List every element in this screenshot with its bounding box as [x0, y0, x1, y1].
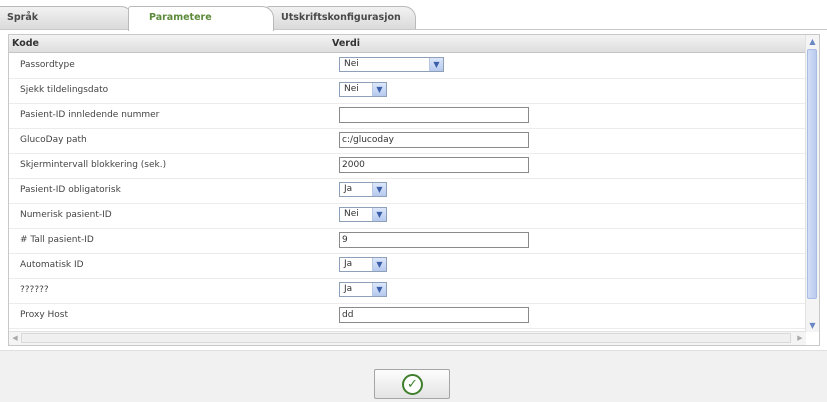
parameter-label: Numerisk pasient-ID [20, 210, 112, 220]
footer-bar: ✓ [0, 350, 827, 402]
parameter-select[interactable]: Ja ▼ [339, 282, 387, 297]
table-row: Skjermintervall blokkering (sek.) 2000 [9, 153, 806, 179]
column-header-kode[interactable]: Kode [12, 35, 39, 52]
table-row: Passordtype Nei ▼ [9, 53, 806, 79]
parameter-label: Passordtype [20, 60, 75, 70]
parameter-input[interactable]: 9 [339, 232, 529, 248]
tab-utskriftskonfigurasjon[interactable]: Utskriftskonfigurasjon [266, 6, 416, 30]
parameter-label: Pasient-ID innledende nummer [20, 110, 160, 120]
horizontal-scroll-thumb[interactable] [21, 333, 791, 343]
grid-header: Kode Verdi [9, 35, 806, 53]
select-value: Nei [344, 84, 359, 94]
scroll-down-icon[interactable]: ▼ [806, 319, 819, 332]
scroll-right-icon[interactable]: ▶ [794, 332, 806, 344]
column-header-verdi[interactable]: Verdi [332, 35, 360, 52]
chevron-down-icon[interactable]: ▼ [372, 283, 386, 296]
parameter-select[interactable]: Nei ▼ [339, 57, 444, 72]
confirm-button[interactable]: ✓ [374, 369, 450, 399]
table-row: GlucoDay path c:/glucoday [9, 128, 806, 154]
tab-strip: Språk Parametere Utskriftskonfigurasjon [0, 0, 827, 31]
parameter-select[interactable]: Nei ▼ [339, 207, 387, 222]
table-row: # Tall pasient-ID 9 [9, 228, 806, 254]
parameter-select[interactable]: Nei ▼ [339, 82, 387, 97]
tab-parametere[interactable]: Parametere [128, 6, 274, 31]
parameter-select[interactable]: Ja ▼ [339, 182, 387, 197]
select-value: Nei [344, 59, 359, 69]
parameter-select[interactable]: Ja ▼ [339, 257, 387, 272]
select-value: Nei [344, 209, 359, 219]
vertical-scrollbar[interactable]: ▲ ▼ [805, 35, 819, 332]
table-row: Sjekk tildelingsdato Nei ▼ [9, 78, 806, 104]
horizontal-scrollbar[interactable]: ◀ ▶ [9, 331, 806, 345]
parameter-label: # Tall pasient-ID [20, 235, 94, 245]
select-value: Ja [344, 184, 353, 194]
parameter-label: Proxy Host [20, 310, 69, 320]
select-value: Ja [344, 259, 353, 269]
chevron-down-icon[interactable]: ▼ [372, 183, 386, 196]
parameter-label: Pasient-ID obligatorisk [20, 185, 121, 195]
table-row: Proxy Host dd [9, 303, 806, 329]
chevron-down-icon[interactable]: ▼ [429, 58, 443, 71]
parameter-label: Skjermintervall blokkering (sek.) [20, 160, 167, 170]
table-row: Pasient-ID innledende nummer [9, 103, 806, 129]
check-circle-icon: ✓ [402, 374, 423, 395]
parameter-input[interactable]: 2000 [339, 157, 529, 173]
table-row: ?????? Ja ▼ [9, 278, 806, 304]
parameter-label: ?????? [20, 285, 49, 295]
tab-divider [0, 29, 827, 30]
chevron-down-icon[interactable]: ▼ [372, 258, 386, 271]
parameter-input[interactable]: c:/glucoday [339, 132, 529, 148]
scroll-up-icon[interactable]: ▲ [806, 35, 819, 48]
tab-sprak[interactable]: Språk [0, 6, 133, 30]
parameter-label: GlucoDay path [20, 135, 87, 145]
table-row: Numerisk pasient-ID Nei ▼ [9, 203, 806, 229]
parameter-input[interactable]: dd [339, 307, 529, 323]
scroll-left-icon[interactable]: ◀ [9, 332, 21, 344]
chevron-down-icon[interactable]: ▼ [372, 208, 386, 221]
vertical-scroll-thumb[interactable] [807, 49, 817, 299]
select-value: Ja [344, 284, 353, 294]
table-row: Pasient-ID obligatorisk Ja ▼ [9, 178, 806, 204]
parameter-input[interactable] [339, 107, 529, 123]
grid-rows: Passordtype Nei ▼ Sjekk tildelingsdato Nei ▼ P… [9, 53, 806, 332]
parameters-grid: Kode Verdi Passordtype Nei ▼ Sjekk tildelin… [8, 34, 820, 346]
table-row: Automatisk ID Ja ▼ [9, 253, 806, 279]
chevron-down-icon[interactable]: ▼ [372, 83, 386, 96]
parameter-label: Sjekk tildelingsdato [20, 85, 109, 95]
parameter-label: Automatisk ID [20, 260, 84, 270]
